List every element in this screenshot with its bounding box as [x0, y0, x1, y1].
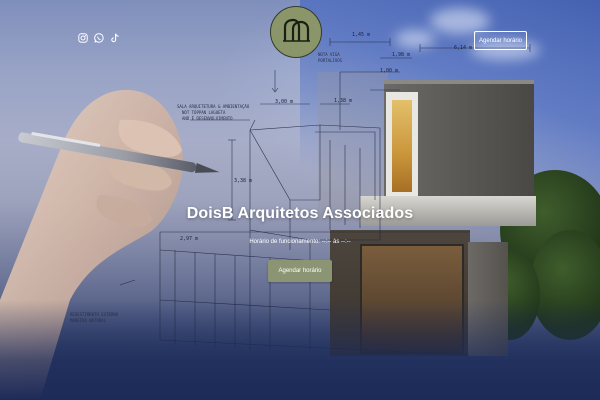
db-monogram-icon	[283, 18, 310, 42]
brand-logo[interactable]	[270, 6, 322, 58]
whatsapp-icon[interactable]	[94, 33, 104, 43]
business-hours: Horário de funcionamento: --:-- às --:--	[249, 239, 351, 245]
header-schedule-button[interactable]: Agendar horário	[474, 31, 527, 50]
hero-background: 1,45 m 1,98 m 6,14 m 3,00 m 1,38 m 3,38 …	[0, 0, 600, 400]
hero-title: DoisB Arquitetos Associados	[186, 205, 414, 222]
tiktok-icon[interactable]	[110, 33, 120, 43]
hero-schedule-button[interactable]: Agendar horário	[268, 260, 332, 282]
bottom-gradient	[0, 300, 600, 400]
social-links	[78, 33, 120, 43]
instagram-icon[interactable]	[78, 33, 88, 43]
